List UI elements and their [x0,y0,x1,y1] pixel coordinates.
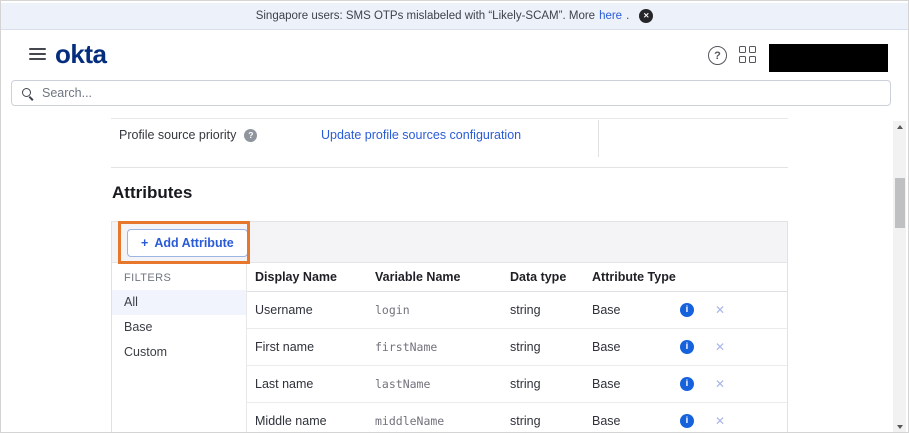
section-divider [111,167,788,168]
attributes-toolbar: + Add Attribute [112,222,787,263]
banner-text: Singapore users: SMS OTPs mislabeled wit… [256,10,595,22]
data-type-cell: string [510,403,541,433]
attributes-heading: Attributes [112,183,192,203]
scroll-down-button[interactable] [893,421,906,433]
plus-icon: + [141,236,148,250]
row-remove-icon[interactable]: ✕ [715,292,725,328]
search-icon [21,87,34,100]
data-type-cell: string [510,329,541,365]
column-header-0: Display Name [255,263,337,291]
add-attribute-label: Add Attribute [154,236,233,250]
row-info-icon[interactable]: i [680,340,694,354]
column-header-2: Data type [510,263,566,291]
variable-name-cell: firstName [375,329,437,365]
scroll-up-button[interactable] [893,121,906,133]
row-info-icon[interactable]: i [680,303,694,317]
display-name-cell: First name [255,329,314,365]
menu-icon[interactable] [29,48,46,63]
attributes-panel: + Add Attribute FILTERS AllBaseCustom Di… [111,221,788,433]
section-top-border [111,118,788,119]
help-icon[interactable]: ? [708,46,727,65]
scrollbar[interactable] [893,121,906,433]
display-name-cell: Middle name [255,403,327,433]
attribute-type-cell: Base [592,329,621,365]
attributes-table: Display Name Variable Name Data type Attrib… [246,263,787,433]
variable-name-cell: lastName [375,366,430,402]
scroll-thumb[interactable] [895,178,905,228]
column-header-3: Attribute Type [592,263,676,291]
banner-close-icon[interactable]: ✕ [639,9,653,23]
search-bar[interactable] [11,80,891,106]
help-circle-icon[interactable]: ? [244,129,257,142]
display-name-cell: Username [255,292,313,328]
filters-sidebar: FILTERS AllBaseCustom [112,263,246,433]
attribute-type-cell: Base [592,366,621,402]
attribute-type-cell: Base [592,403,621,433]
row-remove-icon[interactable]: ✕ [715,329,725,365]
table-header-row: Display Name Variable Name Data type Attrib… [247,263,787,292]
filter-item-all[interactable]: All [112,290,246,315]
table-row: Last name lastName string Base i ✕ [247,366,787,403]
data-type-cell: string [510,366,541,402]
search-input[interactable] [40,85,890,101]
update-profile-sources-link[interactable]: Update profile sources configuration [321,128,521,142]
row-info-icon[interactable]: i [680,377,694,391]
banner-link[interactable]: here [599,10,622,22]
display-name-cell: Last name [255,366,313,402]
table-body: Username login string Base i ✕ First name first… [247,292,787,433]
column-header-1: Variable Name [375,263,460,291]
profile-source-priority-label: Profile source priority ? [119,128,257,142]
filter-item-custom[interactable]: Custom [112,340,246,365]
okta-logo: okta [55,41,106,67]
table-row: Middle name middleName string Base i ✕ [247,403,787,433]
add-attribute-button[interactable]: + Add Attribute [127,229,248,257]
row-remove-icon[interactable]: ✕ [715,403,725,433]
notification-banner: Singapore users: SMS OTPs mislabeled wit… [1,3,908,30]
variable-name-cell: login [375,292,410,328]
banner-suffix: . [626,10,629,22]
column-divider [598,120,599,157]
table-row: First name firstName string Base i ✕ [247,329,787,366]
apps-grid-icon[interactable] [739,46,756,63]
table-row: Username login string Base i ✕ [247,292,787,329]
filters-label: FILTERS [112,263,246,290]
redacted-user-info [769,44,888,72]
filter-item-base[interactable]: Base [112,315,246,340]
row-info-icon[interactable]: i [680,414,694,428]
filters-list: AllBaseCustom [112,290,246,365]
variable-name-cell: middleName [375,403,444,433]
attribute-type-cell: Base [592,292,621,328]
data-type-cell: string [510,292,541,328]
row-remove-icon[interactable]: ✕ [715,366,725,402]
okta-admin-page: Singapore users: SMS OTPs mislabeled wit… [0,0,909,433]
